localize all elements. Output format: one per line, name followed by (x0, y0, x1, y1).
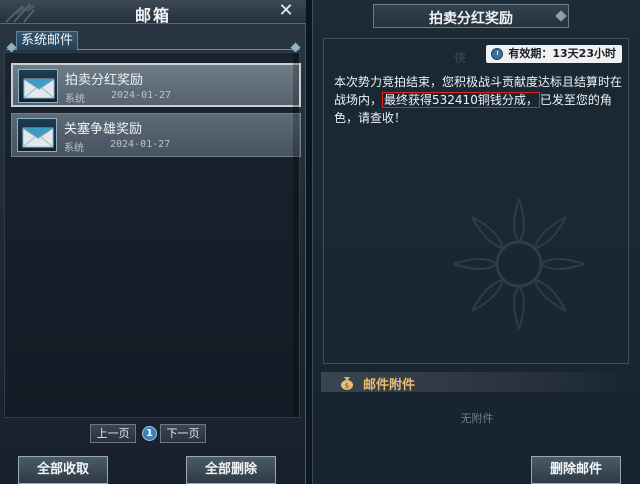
mail-title: 关塞争雄奖励 (64, 122, 143, 137)
flower-watermark-icon (453, 198, 585, 330)
mail-detail-header: 拍卖分红奖励 (313, 2, 640, 32)
mail-sender: 系统 (64, 143, 84, 154)
background-pattern: 侠 (454, 51, 467, 65)
validity-badge: 有效期：13天23小时 (486, 45, 622, 63)
no-attachment-text: 无附件 (460, 412, 494, 425)
tab-system-mail[interactable]: 系统邮件 (16, 31, 79, 50)
money-bag-icon: $ (341, 377, 353, 390)
clock-icon (491, 48, 504, 60)
diamond-decoration-icon (6, 42, 17, 53)
mail-body: 本次势力竞拍结束，您积极战斗贡献度达标且结算时在战场内， 最终获得532410铜钱… (334, 73, 624, 127)
mailbox-panel: 邮箱 ✕ 系统邮件 拍卖分红奖励 系统 2024-01-27 关塞争雄奖励 系统… (0, 0, 306, 484)
attachment-header: $ 邮件附件 (321, 372, 629, 393)
collect-all-button[interactable]: 全部收取 (18, 456, 108, 484)
diamond-decoration-icon (290, 42, 301, 53)
mail-item[interactable]: 拍卖分红奖励 系统 2024-01-27 (11, 63, 301, 107)
close-icon[interactable]: ✕ (276, 1, 296, 21)
mail-detail-title: 拍卖分红奖励 (429, 11, 513, 27)
mailbox-title: 邮箱 (134, 6, 171, 25)
next-page-button[interactable]: 下一页 (160, 424, 206, 443)
prev-page-button[interactable]: 上一页 (90, 424, 136, 443)
mail-item[interactable]: 关塞争雄奖励 系统 2024-01-27 (11, 113, 301, 157)
attachment-label: 邮件附件 (363, 378, 416, 393)
mail-body-highlight: 最终获得532410铜钱分成， (382, 92, 540, 108)
delete-mail-button[interactable]: 删除邮件 (531, 456, 621, 484)
mail-detail-panel: 拍卖分红奖励 侠 有效期：13天23小时 本次势力竞拍结束，您积极战斗贡献度达标… (312, 0, 640, 484)
envelope-icon (18, 69, 58, 103)
mailbox-header: 邮箱 ✕ (0, 0, 306, 25)
svg-text:$: $ (345, 382, 349, 390)
page-number: 1 (142, 426, 157, 441)
envelope-icon (17, 118, 57, 152)
mail-title: 拍卖分红奖励 (65, 73, 144, 88)
mail-date: 2024-01-27 (111, 90, 172, 101)
mail-list-scrollbar[interactable] (293, 53, 299, 417)
mail-content: 侠 有效期：13天23小时 本次势力竞拍结束，您积极战斗贡献度达标且结算时在战场… (323, 38, 629, 364)
mail-sender: 系统 (65, 94, 85, 105)
tab-bar: 系统邮件 (6, 28, 301, 53)
mail-date: 2024-01-27 (110, 139, 171, 150)
validity-text: 有效期：13天23小时 (508, 47, 616, 60)
mail-list: 拍卖分红奖励 系统 2024-01-27 关塞争雄奖励 系统 2024-01-2… (4, 52, 301, 418)
delete-all-button[interactable]: 全部删除 (186, 456, 276, 484)
